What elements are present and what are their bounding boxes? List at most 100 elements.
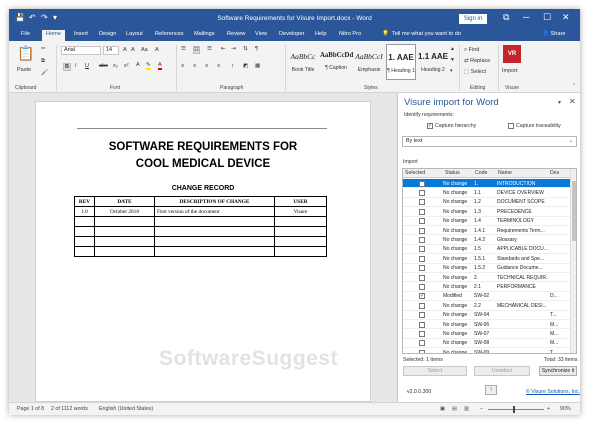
- grid-row[interactable]: No change 1.1 DEVICE OVERVIEW: [403, 188, 570, 198]
- move-up-button[interactable]: ↑: [485, 385, 497, 395]
- tab-developer[interactable]: Developer: [279, 31, 305, 37]
- style-caption[interactable]: AaBbCcDd ¶ Caption: [320, 44, 353, 80]
- ribbon-display-options-icon[interactable]: ⧉: [503, 12, 509, 23]
- grow-font-button[interactable]: A: [123, 47, 127, 53]
- grid-row[interactable]: No change 1.5.1 Standards and Spe...: [403, 254, 570, 264]
- row-select-checkbox[interactable]: [419, 227, 425, 234]
- bullets-icon[interactable]: ☰: [181, 46, 186, 52]
- grid-row[interactable]: No change SW-09 T...: [403, 348, 570, 353]
- grid-row[interactable]: No change 1.4 TERMINOLOGY: [403, 217, 570, 226]
- tab-file[interactable]: File: [21, 31, 30, 37]
- row-select-checkbox[interactable]: [419, 208, 425, 215]
- column-header-status[interactable]: Status: [445, 170, 460, 176]
- styles-more-icon[interactable]: ▾: [450, 68, 453, 74]
- find-button[interactable]: ⌕ Find: [464, 47, 479, 54]
- maximize-button[interactable]: ☐: [543, 12, 551, 23]
- row-select-checkbox[interactable]: [419, 274, 425, 281]
- column-header-description[interactable]: Des: [550, 170, 559, 176]
- unselect-button[interactable]: Unselect: [474, 366, 530, 376]
- tell-me-search[interactable]: Tell me what you want to do: [392, 31, 461, 37]
- row-select-checkbox[interactable]: [419, 265, 425, 272]
- visure-solutions-link[interactable]: © Visure Solutions, Inc.: [526, 389, 580, 395]
- grid-row[interactable]: No change SW-06 M...: [403, 320, 570, 330]
- numbering-icon[interactable]: ☷: [193, 46, 200, 54]
- sort-icon[interactable]: ⇅: [243, 46, 248, 52]
- scrollbar-thumb[interactable]: [572, 181, 576, 241]
- paste-icon[interactable]: 📋: [17, 45, 34, 62]
- decrease-indent-icon[interactable]: ⇤: [221, 46, 226, 52]
- row-select-checkbox[interactable]: [419, 302, 425, 309]
- font-name-select[interactable]: Arial: [61, 46, 101, 55]
- share-button[interactable]: 👤 Share: [542, 31, 565, 37]
- print-layout-icon[interactable]: ▤: [452, 406, 457, 412]
- align-left-icon[interactable]: ≡: [181, 63, 184, 69]
- grid-row[interactable]: No change 1.2 DOCUMENT SCOPE: [403, 198, 570, 208]
- capture-hierarchy-checkbox[interactable]: ✓: [427, 123, 433, 129]
- synchronize-button[interactable]: Synchronize it: [539, 366, 577, 376]
- row-select-checkbox[interactable]: [419, 246, 425, 253]
- grid-row[interactable]: No change SW-08 M...: [403, 339, 570, 349]
- row-select-checkbox[interactable]: [419, 340, 425, 347]
- tab-help[interactable]: Help: [315, 31, 327, 37]
- style-heading-1[interactable]: 1. AAE ¶ Heading 1: [386, 44, 416, 80]
- column-header-code[interactable]: Code: [475, 170, 487, 176]
- paste-button[interactable]: Paste: [17, 67, 31, 73]
- web-layout-icon[interactable]: ▥: [464, 406, 469, 412]
- capture-traceability-checkbox[interactable]: [508, 123, 514, 129]
- superscript-button[interactable]: x²: [124, 63, 129, 69]
- italic-button[interactable]: I: [75, 63, 77, 69]
- copy-icon[interactable]: ⧉: [41, 58, 45, 65]
- tab-nitro-pro[interactable]: Nitro Pro: [339, 31, 361, 37]
- grid-row[interactable]: No change 1.5.2 Guidance Docume...: [403, 264, 570, 273]
- language-indicator[interactable]: English (United States): [99, 406, 153, 412]
- change-case-button[interactable]: Aa: [141, 47, 148, 53]
- highlight-color-icon[interactable]: ✎: [146, 62, 151, 70]
- style-heading-2[interactable]: 1.1 AAE Heading 2: [418, 44, 448, 80]
- multilevel-list-icon[interactable]: ☰: [207, 46, 212, 52]
- page-count[interactable]: Page 1 of 8: [17, 406, 44, 412]
- tab-insert[interactable]: Insert: [74, 31, 88, 37]
- grid-row[interactable]: No change 1.4.1 Requirements Term...: [403, 226, 570, 236]
- strikethrough-button[interactable]: abc: [99, 63, 108, 69]
- text-effects-icon[interactable]: A: [136, 62, 140, 68]
- collapse-ribbon-icon[interactable]: ⌃: [572, 83, 576, 89]
- row-select-checkbox[interactable]: [419, 218, 425, 225]
- row-select-checkbox[interactable]: [419, 283, 425, 290]
- minimize-button[interactable]: ─: [523, 12, 529, 22]
- grid-row[interactable]: No change 2.2 MECHANICAL DESI...: [403, 301, 570, 311]
- styles-scroll-down-icon[interactable]: ▼: [450, 57, 455, 63]
- show-formatting-icon[interactable]: ¶: [255, 46, 258, 52]
- tab-view[interactable]: View: [255, 31, 267, 37]
- borders-icon[interactable]: ▦: [255, 63, 260, 69]
- tab-references[interactable]: References: [155, 31, 184, 37]
- justify-icon[interactable]: ≡: [217, 63, 220, 69]
- zoom-slider-track[interactable]: [488, 409, 544, 410]
- grid-scrollbar[interactable]: [570, 169, 576, 353]
- cut-icon[interactable]: ✂: [41, 46, 46, 52]
- font-size-select[interactable]: 14: [103, 46, 119, 55]
- bold-button[interactable]: B: [63, 63, 71, 71]
- select-button[interactable]: Select: [403, 366, 467, 376]
- grid-row[interactable]: No change SW-07 M...: [403, 329, 570, 339]
- grid-row[interactable]: No change 1.3 PRECEDENCE: [403, 207, 570, 217]
- visure-logo-icon[interactable]: VR: [503, 45, 521, 63]
- pane-options-icon[interactable]: ▾: [558, 99, 561, 106]
- grid-row[interactable]: No change 2. TECHNICAL REQUIR...: [403, 273, 570, 283]
- row-select-checkbox[interactable]: [419, 349, 425, 353]
- grid-row[interactable]: No change 1. INTRODUCTION: [403, 179, 570, 189]
- zoom-slider-thumb[interactable]: [513, 406, 516, 413]
- grid-row[interactable]: ✓ Modified SW-02 D...: [403, 292, 570, 302]
- column-header-name[interactable]: Name: [498, 170, 512, 176]
- style-emphasis[interactable]: AaBbCcI Emphasis: [354, 44, 384, 80]
- underline-button[interactable]: U: [85, 63, 89, 69]
- sign-in-button[interactable]: Sign in: [459, 14, 487, 24]
- grid-row[interactable]: No change 1.4.2 Glossary: [403, 235, 570, 245]
- align-center-icon[interactable]: ≡: [193, 63, 196, 69]
- identify-method-select[interactable]: By text ⌄: [402, 136, 577, 147]
- clear-formatting-button[interactable]: A: [155, 47, 159, 53]
- row-select-checkbox[interactable]: [419, 236, 425, 243]
- subscript-button[interactable]: x₂: [113, 63, 118, 69]
- grid-row[interactable]: No change 2.1 PERFORMANCE: [403, 282, 570, 292]
- tab-home[interactable]: Home: [42, 30, 65, 41]
- tab-design[interactable]: Design: [99, 31, 116, 37]
